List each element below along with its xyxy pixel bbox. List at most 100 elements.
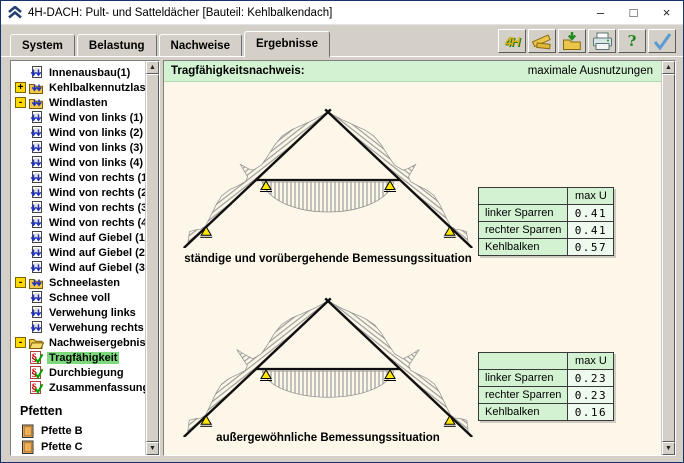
save-button[interactable] [558,29,586,53]
tree-item-wind-von-rechts-4[interactable]: Wind von rechts (4) [13,215,145,230]
tree-item-windlasten[interactable]: - Windlasten [13,95,145,110]
scroll-down-icon[interactable]: ▼ [146,442,159,455]
logo-4h-icon: 4H [504,33,521,49]
results-scrollbar[interactable]: ▲ ▼ [661,61,675,455]
scroll-down-icon[interactable]: ▼ [662,442,675,455]
collapse-icon[interactable]: - [15,337,26,348]
tree-item-kehlbalkennutzlast[interactable]: + Kehlbalkennutzlast [13,80,145,95]
tree-item-wind-von-links-4[interactable]: Wind von links (4) [13,155,145,170]
utilization-table-persistent: max Ulinker Sparren 0.41 rechter Sparren 0.… [477,187,615,256]
diagram-caption: außergewöhnliche Bemessungssituation [216,432,440,444]
tree-item-wind-auf-giebel-3[interactable]: Wind auf Giebel (3) [13,260,145,275]
truss-diagram-accidental [182,297,474,437]
print-button[interactable] [588,29,616,53]
tree-item-label: Nachweisergebnisse [49,336,145,349]
loadcase-icon [28,110,45,125]
tree-item-wind-auf-giebel-1[interactable]: Wind auf Giebel (1) [13,230,145,245]
tree-item-zusammenfassung[interactable]: § Zusammenfassung [13,380,145,395]
maximize-button[interactable]: □ [617,1,650,24]
tree-item-label: Schnee voll [49,291,111,304]
table-row: Kehlbalken 0.16 [477,403,615,421]
tree-item-label: Wind von rechts (2) [49,186,145,199]
utilization-value: 0.23 [567,369,615,387]
tab-system[interactable]: System [10,34,75,56]
app-area: System Belastung Nachweise Ergebnisse 4H [1,25,683,462]
scroll-up-icon[interactable]: ▲ [662,61,675,74]
collapse-icon[interactable]: - [15,277,26,288]
tree-item-label: Verwehung rechts [49,321,144,334]
tab-belastung[interactable]: Belastung [76,34,157,56]
member-label: rechter Sparren [477,386,569,404]
timber-icon [530,31,554,51]
scrollbar-thumb[interactable] [146,74,159,442]
help-icon: ? [627,32,637,50]
tab-nachweise[interactable]: Nachweise [158,34,242,56]
member-label: Kehlbalken [477,403,569,421]
member-label: linker Sparren [477,369,569,387]
loadcase-icon [28,185,45,200]
tree-item-schneelasten[interactable]: - Schneelasten [13,275,145,290]
tree-item-wind-von-links-2[interactable]: Wind von links (2) [13,125,145,140]
utilization-value: 0.57 [567,238,615,256]
tree-item-label: Tragfähigkeit [47,351,120,364]
tree-item-pfette-b[interactable]: Pfette B [13,423,145,439]
loadcase-icon [28,320,45,335]
section-accidental-situation: außergewöhnliche Bemessungssituation max… [164,269,661,455]
table-row: rechter Sparren 0.23 [477,386,615,404]
tree-scrollbar[interactable]: ▲ ▼ [145,61,159,455]
confirm-button[interactable] [648,29,676,53]
content-area: Innenausbau(1) + Kehlbalkennutzlast - Windla… [1,56,683,462]
logo-4h-button[interactable]: 4H [498,29,526,53]
tree-item-label: Kehlbalkennutzlast [49,81,145,94]
utilization-value: 0.41 [567,221,615,239]
table-value-header: max U [567,352,615,370]
loadcase-icon [28,215,45,230]
scroll-up-icon[interactable]: ▲ [146,61,159,74]
diagram-caption: ständige und vorübergehende Bemessungssi… [184,253,472,265]
tab-ergebnisse[interactable]: Ergebnisse [243,31,330,58]
tree-item-verwehung-rechts[interactable]: Verwehung rechts [13,320,145,335]
utilization-value: 0.16 [567,403,615,421]
tree-item-label: Wind von rechts (3) [49,201,145,214]
tree-item-schnee-voll[interactable]: Schnee voll [13,290,145,305]
tree-item-label: Wind von rechts (1) [49,171,145,184]
scrollbar-thumb[interactable] [662,74,675,442]
tree-item-verwehung-links[interactable]: Verwehung links [13,305,145,320]
app-window: 4H-DACH: Pult- und Satteldächer [Bauteil… [0,0,684,463]
tree-item-wind-auf-giebel-2[interactable]: Wind auf Giebel (2) [13,245,145,260]
close-button[interactable]: × [650,1,683,24]
tree-item-innenausbau-1[interactable]: Innenausbau(1) [13,65,145,80]
results-title: Tragfähigkeitsnachweis: [171,65,305,77]
results-panel: Tragfähigkeitsnachweis: maximale Ausnutz… [163,60,676,456]
tree-item-wind-von-rechts-1[interactable]: Wind von rechts (1) [13,170,145,185]
tree-item-label: Wind von links (1) [49,111,144,124]
checkmark-icon [651,31,673,51]
tree-item-wind-von-links-3[interactable]: Wind von links (3) [13,140,145,155]
loadcase-icon [28,125,45,140]
results-folder-icon [28,336,45,350]
timber-button[interactable] [528,29,556,53]
tree-item-label: Wind von links (4) [49,156,144,169]
collapse-icon[interactable]: - [15,97,26,108]
tree-item-wind-von-rechts-2[interactable]: Wind von rechts (2) [13,185,145,200]
tree-item-nachweisergebnisse[interactable]: - Nachweisergebnisse [13,335,145,350]
tree-item-durchbiegung[interactable]: § Durchbiegung [13,365,145,380]
pfette-icon [20,424,37,439]
tree-item-wind-von-links-1[interactable]: Wind von links (1) [13,110,145,125]
member-label: Kehlbalken [477,238,569,256]
loadcase-icon [28,230,45,245]
expand-icon[interactable]: + [15,82,26,93]
utilization-table-accidental: max Ulinker Sparren 0.23 rechter Sparren 0.… [477,352,615,421]
loadcase-icon [28,290,45,305]
tree-item-label: Pfette B [41,425,83,437]
loadcase-icon [28,200,45,215]
help-button[interactable]: ? [618,29,646,53]
tree-item-wind-von-rechts-3[interactable]: Wind von rechts (3) [13,200,145,215]
tree-item-tragfaehigkeit[interactable]: § Tragfähigkeit [13,350,145,365]
loadcase-icon [28,65,45,80]
minimize-button[interactable]: – [584,1,617,24]
table-row: rechter Sparren 0.41 [477,221,615,239]
table-row: Kehlbalken 0.57 [477,238,615,256]
tree-item-pfette-c[interactable]: Pfette C [13,439,145,455]
loadgroup-folder-icon [28,96,45,110]
